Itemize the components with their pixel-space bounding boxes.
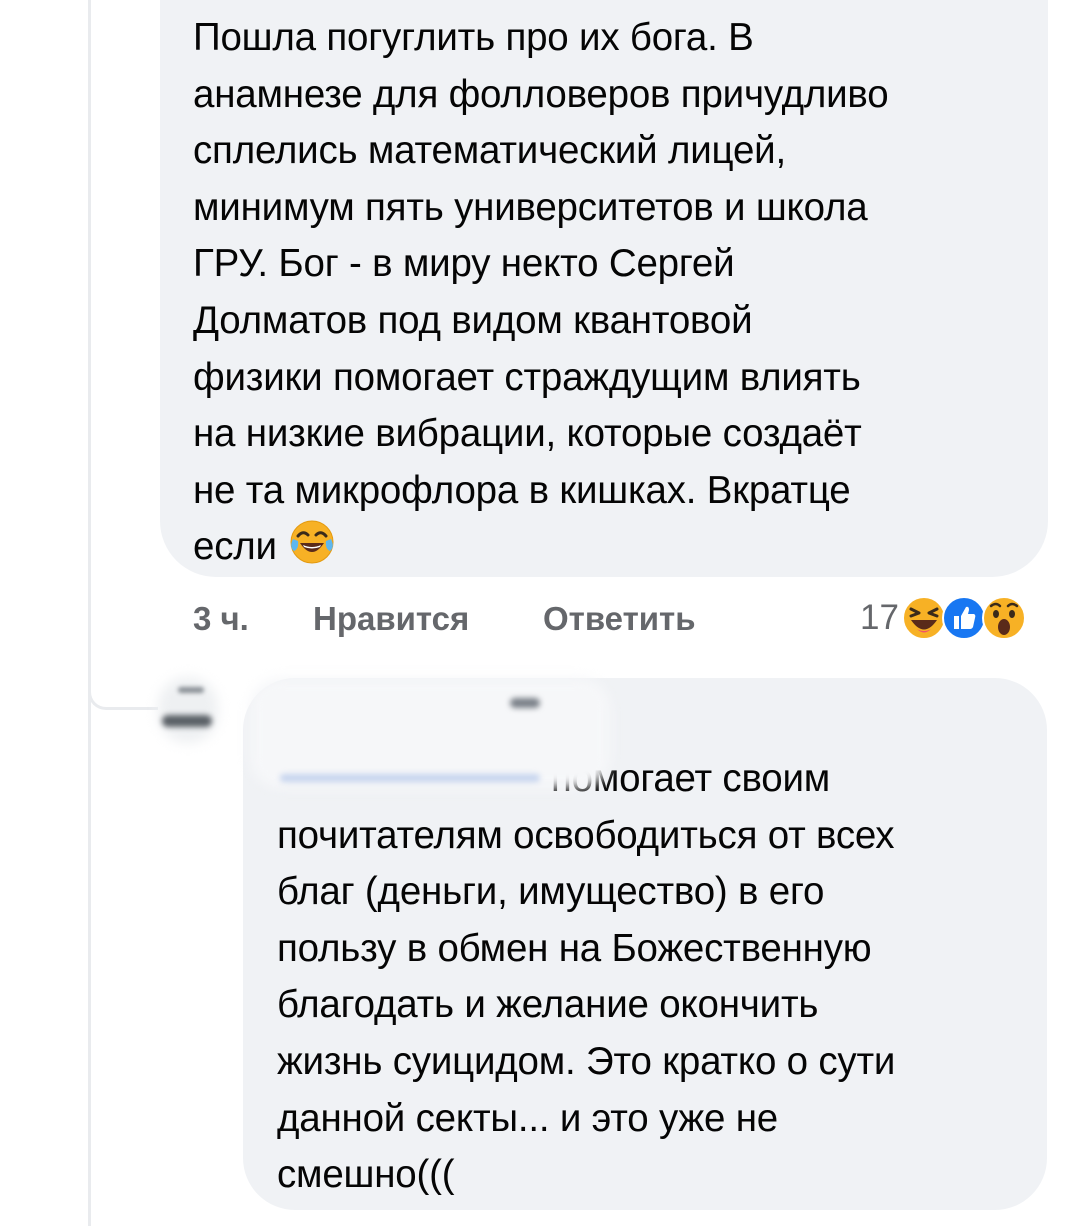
reply-text-line: пользу в обмен на Божественную [277, 926, 872, 970]
reply-text-line: жизнь суицидом. Это кратко о сути [277, 1039, 896, 1083]
comment-text-line: Долматов под видом квантовой [193, 298, 753, 342]
comment-bubble: Пошла погуглить про их бога. В анамнезе … [160, 0, 1048, 577]
face-with-tears-of-joy-icon [289, 519, 335, 582]
reply-text-line: данной секты... и это уже не [277, 1096, 778, 1140]
wow-icon [981, 595, 1027, 641]
avatar[interactable] [158, 675, 218, 745]
reaction-summary[interactable]: 17 [860, 594, 1027, 642]
reply-connector-line [88, 690, 158, 710]
reply-text-line: благодать и желание окончить [277, 983, 819, 1027]
comment-text-line: не та микрофлора в кишках. Вкратце [193, 468, 851, 512]
reply-text-line: почитателям освободиться от всех [277, 813, 895, 857]
reply-text-line: благ (деньги, имущество) в его [277, 870, 825, 914]
comment-text-line: минимум пять университетов и школа [193, 185, 868, 229]
comment-text-line: Пошла погуглить про их бога. В [193, 16, 754, 59]
author-name-redacted[interactable] [250, 678, 610, 798]
reply-text-line: смешно((( [277, 1153, 455, 1197]
reply-button[interactable]: Ответить [543, 596, 696, 642]
like-button[interactable]: Нравится [313, 596, 469, 642]
thread-line [88, 0, 91, 1226]
comment-text-fragment: если [193, 525, 277, 569]
comment-text-line: на низкие вибрации, которые создаёт [193, 412, 862, 456]
comment-text-line: ГРУ. Бог - в миру некто Сергей [193, 242, 735, 286]
comment-text-line: анамнезе для фолловеров причудливо [193, 72, 889, 116]
comment-text-line: сплелись математический лицей, [193, 129, 786, 173]
comment-text-line: физики помогает страждущим влиять [193, 355, 861, 399]
comment-timestamp[interactable]: 3 ч. [193, 596, 249, 642]
reaction-count: 17 [860, 598, 899, 637]
comment-text-line-last: если [193, 519, 1028, 582]
